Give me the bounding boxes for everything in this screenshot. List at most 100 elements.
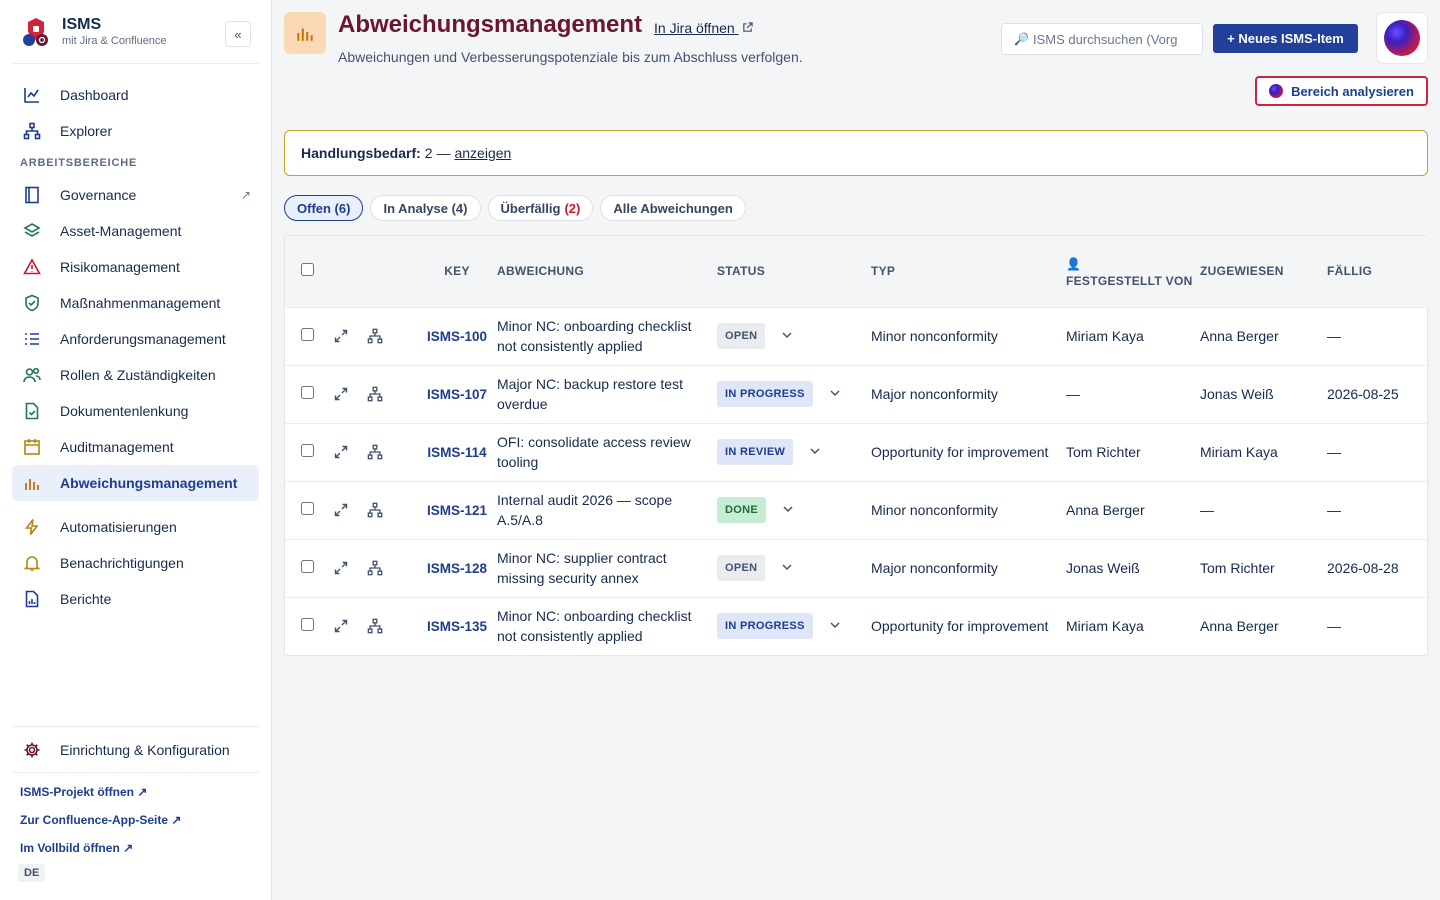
bell-icon bbox=[20, 553, 44, 573]
open-in-jira-link[interactable]: In Jira öffnen bbox=[654, 20, 753, 36]
tab-in-analyse[interactable]: In Analyse (4) bbox=[370, 195, 481, 221]
expand-icon[interactable] bbox=[331, 500, 351, 520]
select-all-checkbox[interactable] bbox=[301, 263, 314, 277]
row-checkbox[interactable] bbox=[301, 328, 314, 341]
analyze-area-button[interactable]: Bereich analysieren bbox=[1255, 76, 1428, 106]
tab-label: Überfällig bbox=[500, 200, 561, 216]
hierarchy-icon[interactable] bbox=[365, 500, 385, 520]
type-cell: Major nonconformity bbox=[871, 560, 998, 576]
analyze-button-label: Bereich analysieren bbox=[1291, 83, 1414, 99]
column-header-key[interactable]: KEY bbox=[417, 236, 497, 307]
column-header-zugewiesen[interactable]: ZUGEWIESEN bbox=[1200, 236, 1327, 307]
column-header-festgestellt[interactable]: 👤 FESTGESTELLT VON bbox=[1066, 236, 1200, 307]
column-header-typ[interactable]: TYP bbox=[871, 236, 1066, 307]
sidebar-item-massnahmenmanagement[interactable]: Maßnahmenmanagement bbox=[12, 285, 259, 321]
assignee-cell: Anna Berger bbox=[1200, 328, 1279, 344]
chevron-down-icon[interactable] bbox=[781, 326, 793, 346]
brand[interactable]: ISMS mit Jira & Confluence bbox=[12, 0, 259, 64]
table-row[interactable]: ISMS-107 Major NC: backup restore test o… bbox=[285, 365, 1429, 423]
sidebar-item-dashboard[interactable]: Dashboard bbox=[12, 77, 259, 113]
sidebar-item-label: Governance bbox=[60, 187, 137, 203]
external-link-icon bbox=[742, 22, 753, 32]
row-checkbox[interactable] bbox=[301, 444, 314, 457]
issue-key-link[interactable]: ISMS-114 bbox=[417, 423, 497, 481]
deviations-table: KEY ABWEICHUNG STATUS TYP 👤 FESTGESTELLT… bbox=[284, 235, 1429, 656]
hierarchy-icon[interactable] bbox=[365, 558, 385, 578]
hierarchy-icon[interactable] bbox=[365, 442, 385, 462]
status-cell: DONE bbox=[717, 481, 871, 539]
chevron-down-icon[interactable] bbox=[781, 558, 793, 578]
row-checkbox[interactable] bbox=[301, 560, 314, 573]
expand-icon[interactable] bbox=[331, 384, 351, 404]
column-header-status[interactable]: STATUS bbox=[717, 236, 871, 307]
sidebar-item-risikomanagement[interactable]: Risikomanagement bbox=[12, 249, 259, 285]
expand-icon[interactable] bbox=[331, 326, 351, 346]
sidebar-item-anforderungsmanagement[interactable]: Anforderungsmanagement bbox=[12, 321, 259, 357]
column-header-abweichung[interactable]: ABWEICHUNG bbox=[497, 236, 717, 307]
search-input[interactable] bbox=[1032, 31, 1183, 47]
hierarchy-icon[interactable] bbox=[365, 616, 385, 636]
expand-icon[interactable] bbox=[331, 442, 351, 462]
sidebar-item-asset-management[interactable]: Asset-Management bbox=[12, 213, 259, 249]
chevron-down-icon[interactable] bbox=[809, 442, 821, 462]
sidebar-item-label: Abweichungsmanagement bbox=[60, 475, 238, 491]
status-badge: OPEN bbox=[717, 555, 766, 581]
page-subtitle: Abweichungen und Verbesserungspotenziale… bbox=[338, 49, 803, 65]
sidebar-item-einrichtung[interactable]: Einrichtung & Konfiguration bbox=[12, 727, 259, 773]
table-row[interactable]: ISMS-114 OFI: consolidate access review … bbox=[285, 423, 1429, 481]
language-badge[interactable]: DE bbox=[18, 864, 46, 882]
issue-key-link[interactable]: ISMS-107 bbox=[417, 365, 497, 423]
sidebar-item-dokumentenlenkung[interactable]: Dokumentenlenkung bbox=[12, 393, 259, 429]
tab-ueberfaellig[interactable]: Überfällig (2) bbox=[487, 195, 594, 221]
deviation-title[interactable]: Internal audit 2026 — scope A.5/A.8 bbox=[497, 481, 717, 539]
fullscreen-link[interactable]: Im Vollbild öffnen ↗ bbox=[12, 834, 259, 862]
hierarchy-icon[interactable] bbox=[365, 326, 385, 346]
row-checkbox[interactable] bbox=[301, 618, 314, 632]
action-required-banner: Handlungsbedarf: 2 — anzeigen bbox=[284, 130, 1428, 176]
chevron-down-icon[interactable] bbox=[829, 384, 841, 404]
checklist-icon bbox=[20, 329, 44, 349]
sidebar-item-governance[interactable]: Governance ↗ bbox=[12, 177, 259, 213]
tab-offen[interactable]: Offen (6) bbox=[284, 195, 364, 221]
deviation-title[interactable]: Minor NC: onboarding checklist not consi… bbox=[497, 597, 717, 655]
search-box[interactable]: 🔎 bbox=[1001, 23, 1203, 55]
sidebar-item-abweichungsmanagement[interactable]: Abweichungsmanagement bbox=[12, 465, 259, 501]
issue-key-link[interactable]: ISMS-100 bbox=[417, 307, 497, 365]
issue-key-link[interactable]: ISMS-128 bbox=[417, 539, 497, 597]
expand-icon[interactable] bbox=[331, 616, 351, 636]
table-row[interactable]: ISMS-121 Internal audit 2026 — scope A.5… bbox=[285, 481, 1429, 539]
table-row[interactable]: ISMS-135 Minor NC: onboarding checklist … bbox=[285, 597, 1429, 655]
deviation-title[interactable]: Minor NC: supplier contract missing secu… bbox=[497, 539, 717, 597]
new-isms-item-button[interactable]: + Neues ISMS-Item bbox=[1213, 24, 1358, 53]
deviation-title[interactable]: Major NC: backup restore test overdue bbox=[497, 365, 717, 423]
sidebar-item-automatisierungen[interactable]: Automatisierungen bbox=[12, 509, 259, 545]
status-badge: IN PROGRESS bbox=[717, 381, 813, 407]
confluence-app-page-link[interactable]: Zur Confluence-App-Seite ↗ bbox=[12, 806, 259, 834]
table-row[interactable]: ISMS-100 Minor NC: onboarding checklist … bbox=[285, 307, 1429, 365]
layers-icon bbox=[20, 221, 44, 241]
due-date-cell: — bbox=[1327, 328, 1341, 344]
sidebar-item-benachrichtigungen[interactable]: Benachrichtigungen bbox=[12, 545, 259, 581]
issue-key-link[interactable]: ISMS-121 bbox=[417, 481, 497, 539]
column-header-faellig[interactable]: FÄLLIG bbox=[1327, 236, 1429, 307]
open-isms-project-link[interactable]: ISMS-Projekt öffnen ↗ bbox=[12, 778, 259, 806]
chevron-down-icon[interactable] bbox=[829, 616, 841, 636]
row-checkbox[interactable] bbox=[301, 386, 314, 399]
sidebar-item-explorer[interactable]: Explorer bbox=[12, 113, 259, 149]
table-row[interactable]: ISMS-128 Minor NC: supplier contract mis… bbox=[285, 539, 1429, 597]
row-checkbox[interactable] bbox=[301, 502, 314, 515]
collapse-sidebar-button[interactable]: « bbox=[225, 21, 251, 47]
hierarchy-icon[interactable] bbox=[365, 384, 385, 404]
person-icon: 👤 bbox=[1066, 257, 1082, 272]
deviation-title[interactable]: Minor NC: onboarding checklist not consi… bbox=[497, 307, 717, 365]
tab-alle[interactable]: Alle Abweichungen bbox=[600, 195, 746, 221]
deviation-title[interactable]: OFI: consolidate access review tooling bbox=[497, 423, 717, 481]
user-avatar-button[interactable] bbox=[1376, 12, 1428, 64]
expand-icon[interactable] bbox=[331, 558, 351, 578]
alert-show-link[interactable]: anzeigen bbox=[454, 145, 511, 161]
sidebar-item-berichte[interactable]: Berichte bbox=[12, 581, 259, 617]
chevron-down-icon[interactable] bbox=[782, 500, 794, 520]
sidebar-item-auditmanagement[interactable]: Auditmanagement bbox=[12, 429, 259, 465]
sidebar-item-rollen[interactable]: Rollen & Zuständigkeiten bbox=[12, 357, 259, 393]
issue-key-link[interactable]: ISMS-135 bbox=[417, 597, 497, 655]
